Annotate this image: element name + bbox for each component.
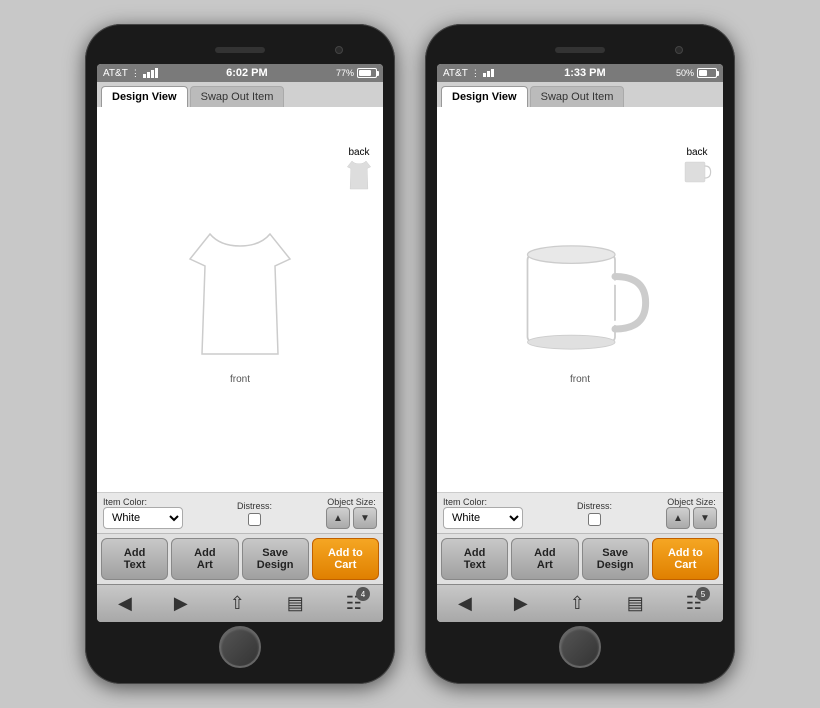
forward-nav-icon-2[interactable]: ▶ <box>514 593 528 614</box>
controls-row-1: Item Color: White Black Red Distress: Ob… <box>97 492 383 533</box>
carrier-1: AT&T <box>103 68 128 79</box>
signal-1 <box>143 68 158 78</box>
back-nav-icon-1[interactable]: ◀ <box>118 593 132 614</box>
share-nav-icon-2[interactable]: ⇧ <box>570 593 585 614</box>
controls-row-2: Item Color: White Black Red Distress: Ob… <box>437 492 723 533</box>
product-image-2 <box>510 214 650 374</box>
carrier-2: AT&T <box>443 68 468 79</box>
back-thumb-2: back <box>681 147 713 188</box>
battery-pct-1: 77% <box>336 68 354 78</box>
add-art-button-2[interactable]: AddArt <box>511 538 578 580</box>
size-up-2[interactable]: ▲ <box>666 507 690 529</box>
phone-2-bottom <box>437 622 723 672</box>
color-section-2: Item Color: White Black Red <box>443 497 523 529</box>
nav-bar-2: ◀ ▶ ⇧ ▤ ☷ 5 <box>437 584 723 622</box>
speaker-1 <box>215 47 265 53</box>
tabs-badge-1: 4 <box>356 587 370 601</box>
battery-pct-2: 50% <box>676 68 694 78</box>
camera-1 <box>335 46 343 54</box>
camera-2 <box>675 46 683 54</box>
back-thumb-1: back <box>345 147 373 192</box>
product-image-1 <box>170 214 310 374</box>
tabs-1: Design View Swap Out Item <box>97 82 383 107</box>
view-labels-2: front <box>445 374 715 385</box>
distress-checkbox-1[interactable] <box>248 513 261 526</box>
phone-1-bottom <box>97 622 383 672</box>
forward-nav-icon-1[interactable]: ▶ <box>174 593 188 614</box>
back-label-2: back <box>686 147 707 158</box>
battery-2 <box>697 68 717 78</box>
front-label-2: front <box>570 374 590 385</box>
add-to-cart-button-1[interactable]: Add toCart <box>312 538 379 580</box>
action-buttons-2: AddText AddArt SaveDesign Add toCart <box>437 533 723 584</box>
object-size-label-1: Object Size: <box>327 497 376 507</box>
item-color-label-2: Item Color: <box>443 497 523 507</box>
item-color-label-1: Item Color: <box>103 497 183 507</box>
distress-checkbox-2[interactable] <box>588 513 601 526</box>
design-area-2: back front <box>437 107 723 492</box>
distress-section-2: Distress: <box>577 501 612 526</box>
time-1: 6:02 PM <box>226 67 268 79</box>
action-buttons-1: AddText AddArt SaveDesign Add toCart <box>97 533 383 584</box>
save-design-button-1[interactable]: SaveDesign <box>242 538 309 580</box>
phone-1: AT&T ⋮ 6:02 PM 77% Design View Swap Ou <box>85 24 395 684</box>
size-section-1: Object Size: ▲ ▼ <box>326 497 377 529</box>
save-design-button-2[interactable]: SaveDesign <box>582 538 649 580</box>
wifi-icon-2: ⋮ <box>471 68 480 79</box>
tab-swap-out-2[interactable]: Swap Out Item <box>530 86 625 107</box>
bookmarks-nav-icon-2[interactable]: ▤ <box>627 593 644 614</box>
design-area-1: back front <box>97 107 383 492</box>
add-text-button-1[interactable]: AddText <box>101 538 168 580</box>
size-down-1[interactable]: ▼ <box>353 507 377 529</box>
status-bar-1: AT&T ⋮ 6:02 PM 77% <box>97 64 383 82</box>
back-nav-icon-2[interactable]: ◀ <box>458 593 472 614</box>
wifi-icon-1: ⋮ <box>131 68 140 79</box>
signal-2 <box>483 69 494 77</box>
size-down-2[interactable]: ▼ <box>693 507 717 529</box>
add-to-cart-button-2[interactable]: Add toCart <box>652 538 719 580</box>
screen-2: AT&T ⋮ 1:33 PM 50% Design View Swap Out … <box>437 64 723 622</box>
color-select-2[interactable]: White Black Red <box>443 507 523 529</box>
status-bar-2: AT&T ⋮ 1:33 PM 50% <box>437 64 723 82</box>
color-select-1[interactable]: White Black Red <box>103 507 183 529</box>
add-art-button-1[interactable]: AddArt <box>171 538 238 580</box>
tab-design-view-1[interactable]: Design View <box>101 86 188 107</box>
distress-label-1: Distress: <box>237 501 272 511</box>
add-text-button-2[interactable]: AddText <box>441 538 508 580</box>
screen-1: AT&T ⋮ 6:02 PM 77% Design View Swap Ou <box>97 64 383 622</box>
nav-bar-1: ◀ ▶ ⇧ ▤ ☷ 4 <box>97 584 383 622</box>
view-labels-1: front <box>105 374 375 385</box>
tabs-2: Design View Swap Out Item <box>437 82 723 107</box>
tab-design-view-2[interactable]: Design View <box>441 86 528 107</box>
home-button-1[interactable] <box>219 626 261 668</box>
speaker-2 <box>555 47 605 53</box>
object-size-label-2: Object Size: <box>667 497 716 507</box>
time-2: 1:33 PM <box>564 67 606 79</box>
size-buttons-1: ▲ ▼ <box>326 507 377 529</box>
tabs-nav-icon-2[interactable]: ☷ 5 <box>686 593 702 614</box>
tabs-badge-2: 5 <box>696 587 710 601</box>
home-button-2[interactable] <box>559 626 601 668</box>
tabs-nav-icon-1[interactable]: ☷ 4 <box>346 593 362 614</box>
color-section-1: Item Color: White Black Red <box>103 497 183 529</box>
battery-1 <box>357 68 377 78</box>
tab-swap-out-1[interactable]: Swap Out Item <box>190 86 285 107</box>
phone-1-top <box>97 36 383 64</box>
size-section-2: Object Size: ▲ ▼ <box>666 497 717 529</box>
share-nav-icon-1[interactable]: ⇧ <box>230 593 245 614</box>
phone-2-top <box>437 36 723 64</box>
front-label-1: front <box>230 374 250 385</box>
back-label-1: back <box>348 147 369 158</box>
size-up-1[interactable]: ▲ <box>326 507 350 529</box>
size-buttons-2: ▲ ▼ <box>666 507 717 529</box>
distress-label-2: Distress: <box>577 501 612 511</box>
bookmarks-nav-icon-1[interactable]: ▤ <box>287 593 304 614</box>
distress-section-1: Distress: <box>237 501 272 526</box>
phone-2: AT&T ⋮ 1:33 PM 50% Design View Swap Out … <box>425 24 735 684</box>
